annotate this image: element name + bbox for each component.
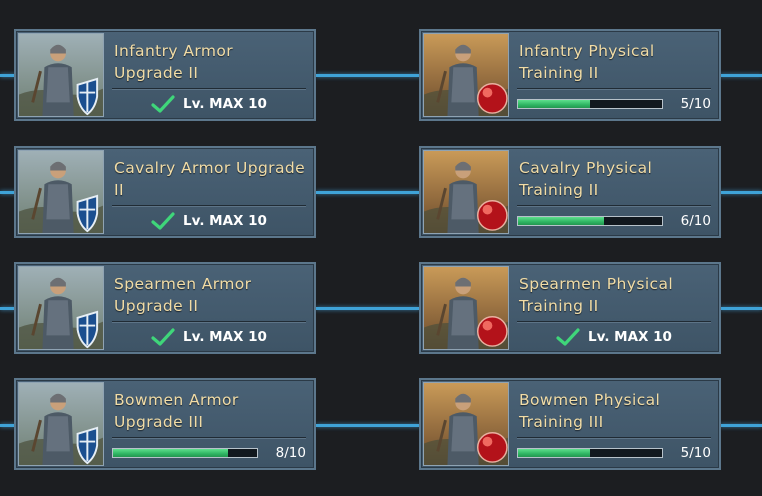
skill-title: Cavalry Physical Training II (519, 159, 653, 199)
skill-title: Bowmen Armor Upgrade III (114, 391, 239, 431)
red-orb-icon (476, 432, 508, 463)
skill-card-infantry-armor[interactable]: Infantry Armor Upgrade II Lv. MAX 10 (14, 29, 316, 121)
skill-card-infantry-physical[interactable]: Infantry Physical Training II 5/10 (419, 29, 721, 121)
progress-bar (112, 448, 258, 458)
skill-card-spearmen-physical[interactable]: Spearmen Physical Training II Lv. MAX 10 (419, 262, 721, 354)
skill-card-bowmen-armor[interactable]: Bowmen Armor Upgrade III 8/10 (14, 378, 316, 470)
skill-title: Bowmen Physical Training III (519, 391, 661, 431)
red-orb-icon (476, 200, 508, 231)
progress-bar (517, 99, 663, 109)
progress-text: 8/10 (275, 445, 306, 461)
connector-line (316, 424, 420, 427)
max-level-label: Lv. MAX 10 (183, 329, 267, 345)
check-icon (151, 212, 175, 230)
connector-line (720, 307, 762, 310)
progress-bar (517, 448, 663, 458)
unit-portrait (423, 266, 509, 350)
max-level-label: Lv. MAX 10 (183, 96, 267, 112)
unit-portrait (423, 382, 509, 466)
red-orb-icon (476, 83, 508, 114)
progress-row: 8/10 (112, 442, 306, 464)
progress-bar (517, 216, 663, 226)
connector-line (316, 74, 420, 77)
max-level-status: Lv. MAX 10 (517, 326, 711, 348)
progress-text: 5/10 (680, 96, 711, 112)
progress-bar-fill (113, 449, 229, 457)
max-level-status: Lv. MAX 10 (112, 93, 306, 115)
progress-row: 5/10 (517, 93, 711, 115)
max-level-label: Lv. MAX 10 (588, 329, 672, 345)
divider (517, 321, 711, 323)
divider (112, 437, 306, 439)
connector-line (720, 74, 762, 77)
connector-line (316, 191, 420, 194)
progress-bar-fill (518, 217, 605, 225)
divider (112, 205, 306, 207)
progress-bar-fill (518, 449, 590, 457)
progress-text: 6/10 (680, 213, 711, 229)
check-icon (151, 328, 175, 346)
skill-title: Infantry Armor Upgrade II (114, 42, 233, 82)
max-level-status: Lv. MAX 10 (112, 210, 306, 232)
divider (517, 205, 711, 207)
progress-row: 5/10 (517, 442, 711, 464)
skill-title: Spearmen Armor Upgrade II (114, 275, 252, 315)
unit-portrait (18, 266, 104, 350)
red-orb-icon (476, 316, 508, 347)
check-icon (151, 95, 175, 113)
connector-line (720, 191, 762, 194)
skill-card-cavalry-physical[interactable]: Cavalry Physical Training II 6/10 (419, 146, 721, 238)
connector-line (316, 307, 420, 310)
progress-text: 5/10 (680, 445, 711, 461)
skill-title: Spearmen Physical Training II (519, 275, 674, 315)
skill-title: Infantry Physical Training II (519, 42, 655, 82)
divider (112, 321, 306, 323)
skill-title: Cavalry Armor Upgrade II (114, 159, 306, 199)
max-level-status: Lv. MAX 10 (112, 326, 306, 348)
skill-card-spearmen-armor[interactable]: Spearmen Armor Upgrade II Lv. MAX 10 (14, 262, 316, 354)
unit-portrait (423, 33, 509, 117)
max-level-label: Lv. MAX 10 (183, 213, 267, 229)
skill-card-bowmen-physical[interactable]: Bowmen Physical Training III 5/10 (419, 378, 721, 470)
unit-portrait (18, 150, 104, 234)
skill-card-cavalry-armor[interactable]: Cavalry Armor Upgrade II Lv. MAX 10 (14, 146, 316, 238)
unit-portrait (18, 382, 104, 466)
unit-portrait (423, 150, 509, 234)
divider (517, 88, 711, 90)
divider (517, 437, 711, 439)
progress-bar-fill (518, 100, 590, 108)
divider (112, 88, 306, 90)
connector-line (720, 424, 762, 427)
progress-row: 6/10 (517, 210, 711, 232)
check-icon (556, 328, 580, 346)
unit-portrait (18, 33, 104, 117)
